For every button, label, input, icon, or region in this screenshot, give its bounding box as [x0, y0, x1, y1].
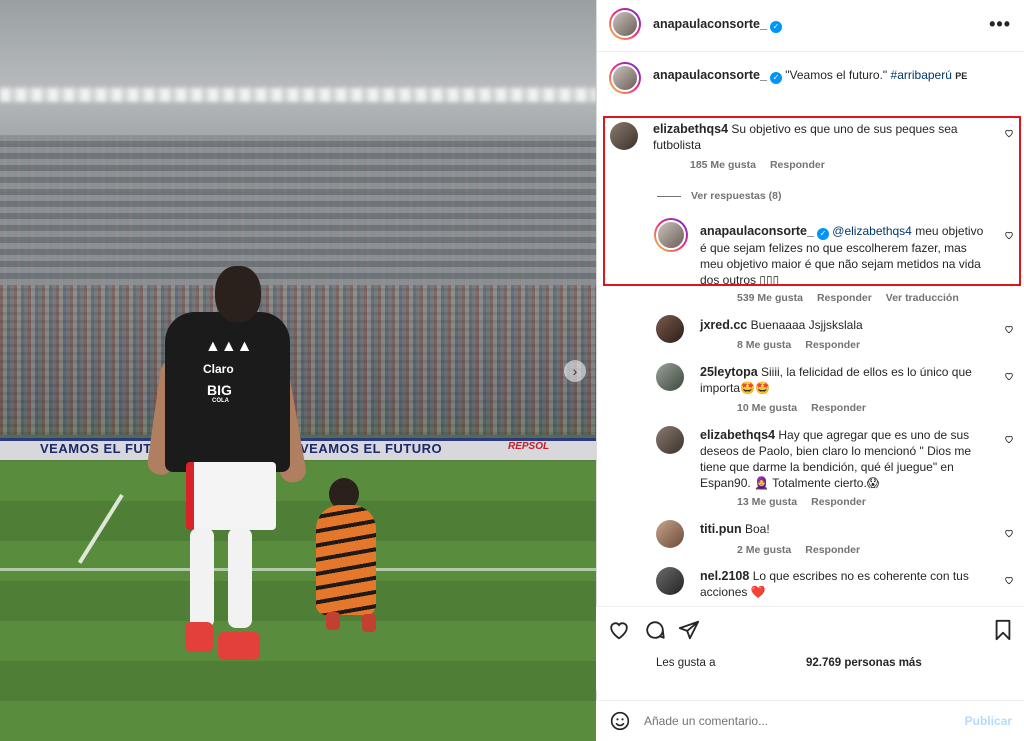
- view-replies-button[interactable]: Ver respuestas (8): [691, 190, 781, 202]
- post-photo: VEAMOS EL FUTURO VEAMOS EL FUTURO REPSOL…: [0, 0, 596, 741]
- reply-username[interactable]: anapaulaconsorte_: [700, 224, 814, 238]
- caption: anapaulaconsorte_ ✓ "Veamos el futuro." #…: [653, 67, 1013, 84]
- stadium-lights: [0, 88, 596, 102]
- comment-composer: Añade un comentario... Publicar: [596, 700, 1024, 741]
- verified-badge-icon: ✓: [769, 72, 782, 84]
- comment-username[interactable]: 25leytopa: [700, 365, 758, 379]
- comment-text: 25leytopa Siiii, la felicidad de ellos e…: [700, 365, 972, 395]
- comment-username[interactable]: jxred.cc: [700, 318, 747, 332]
- reply-button[interactable]: Responder: [805, 339, 860, 351]
- comment-username[interactable]: elizabethqs4: [700, 428, 775, 442]
- comment-username[interactable]: nel.2108: [700, 569, 749, 583]
- reply-mention[interactable]: @elizabethqs4: [832, 224, 912, 238]
- like-comment-icon[interactable]: [1004, 371, 1014, 381]
- reply-meta: 539 Me gusta Responder Ver traducción: [737, 292, 973, 304]
- like-comment-icon[interactable]: [1004, 324, 1014, 334]
- emoji-icon[interactable]: [610, 711, 630, 731]
- commenter-avatar[interactable]: [656, 363, 684, 391]
- player-leg: [190, 528, 214, 628]
- pitch-line: [0, 568, 596, 571]
- adidas-logo-icon: ▲▲▲: [205, 338, 253, 355]
- comment-likes[interactable]: 8 Me gusta: [737, 339, 791, 351]
- comment-likes[interactable]: 185 Me gusta: [690, 159, 756, 171]
- caption-text: "Veamos el futuro.": [785, 68, 888, 82]
- comment-text: elizabethqs4 Hay que agregar que es uno …: [700, 428, 972, 490]
- comment-username[interactable]: elizabethqs4: [653, 122, 728, 136]
- grass-pitch: [0, 460, 596, 741]
- ad-text-2: VEAMOS EL FUTURO: [300, 441, 443, 456]
- comment-meta: 2 Me gusta Responder: [737, 544, 874, 556]
- ad-text-3: REPSOL: [508, 441, 550, 452]
- like-icon[interactable]: [608, 619, 630, 641]
- verified-badge-icon: ✓: [769, 21, 782, 33]
- child-tiger-costume: [316, 505, 376, 615]
- commenter-avatar[interactable]: [656, 520, 684, 548]
- caption-hashtag[interactable]: #arribaperú: [891, 68, 952, 82]
- comment-meta: 13 Me gusta Responder: [737, 496, 880, 508]
- next-photo-button[interactable]: ›: [564, 360, 586, 382]
- shirt-brand: Claro: [203, 362, 234, 376]
- post-header: anapaulaconsorte_ ✓ •••: [597, 0, 1024, 52]
- comment-likes[interactable]: 2 Me gusta: [737, 544, 791, 556]
- like-comment-icon[interactable]: [1004, 528, 1014, 538]
- player-leg: [228, 528, 252, 628]
- stadium-upper-tier: [0, 135, 596, 285]
- comment-likes[interactable]: 10 Me gusta: [737, 402, 797, 414]
- reply-button[interactable]: Responder: [770, 159, 825, 171]
- comment-text: nel.2108 Lo que escribes no es coherente…: [700, 569, 969, 599]
- like-comment-icon[interactable]: [1004, 575, 1014, 585]
- flag-pe-icon: PE: [955, 71, 968, 81]
- comment-icon[interactable]: [644, 619, 666, 641]
- commenter-avatar[interactable]: [656, 315, 684, 343]
- more-options-icon[interactable]: •••: [989, 14, 1011, 35]
- author-username[interactable]: anapaulaconsorte_: [653, 17, 767, 31]
- publish-button[interactable]: Publicar: [965, 714, 1012, 728]
- reply-button[interactable]: Responder: [811, 402, 866, 414]
- reply-button[interactable]: Responder: [817, 292, 872, 304]
- player-shoe: [218, 632, 260, 660]
- child-shoe: [326, 612, 340, 630]
- shirt-sponsor-sub: COLA: [212, 398, 229, 404]
- comment-input[interactable]: Añade un comentario...: [644, 714, 768, 728]
- reply-text: anapaulaconsorte_ ✓ @elizabethqs4 meu obj…: [700, 224, 984, 287]
- like-comment-icon[interactable]: [1004, 230, 1014, 240]
- like-comment-icon[interactable]: [1004, 434, 1014, 444]
- caption-username[interactable]: anapaulaconsorte_: [653, 68, 767, 82]
- post-actions: Les gusta a 92.769 personas más: [596, 606, 1024, 690]
- comment-meta: 185 Me gusta Responder: [690, 159, 839, 171]
- comment-text: jxred.cc Buenaaaa Jsjjskslala: [700, 318, 863, 332]
- comment-text: titi.pun Boa!: [700, 522, 770, 536]
- author-avatar[interactable]: [609, 8, 641, 40]
- replies-divider: [657, 196, 681, 197]
- child-shoe: [362, 614, 376, 632]
- verified-badge-icon: ✓: [816, 228, 829, 240]
- comment-likes[interactable]: 539 Me gusta: [737, 292, 803, 304]
- likes-count[interactable]: 92.769 personas más: [806, 657, 922, 669]
- save-icon[interactable]: [992, 619, 1014, 641]
- comment-username[interactable]: titi.pun: [700, 522, 742, 536]
- comment-likes[interactable]: 13 Me gusta: [737, 496, 797, 508]
- translate-button[interactable]: Ver traducción: [886, 292, 959, 304]
- commenter-avatar[interactable]: [610, 122, 638, 150]
- player-shorts: [186, 462, 276, 530]
- reply-button[interactable]: Responder: [811, 496, 866, 508]
- commenter-avatar[interactable]: [656, 426, 684, 454]
- reply-avatar[interactable]: [654, 218, 688, 252]
- reply-button[interactable]: Responder: [805, 544, 860, 556]
- comment-meta: 10 Me gusta Responder: [737, 402, 880, 414]
- commenter-avatar[interactable]: [656, 567, 684, 595]
- player-head: [215, 266, 261, 322]
- comment-text: elizabethqs4 Su objetivo es que uno de s…: [653, 122, 958, 152]
- likes-prefix: Les gusta a: [656, 657, 716, 669]
- shirt-sponsor: BIG: [207, 382, 232, 398]
- share-icon[interactable]: [678, 619, 700, 641]
- player-shoe: [185, 622, 213, 652]
- caption-avatar[interactable]: [609, 62, 641, 94]
- comment-meta: 8 Me gusta Responder: [737, 339, 874, 351]
- like-comment-icon[interactable]: [1004, 128, 1014, 138]
